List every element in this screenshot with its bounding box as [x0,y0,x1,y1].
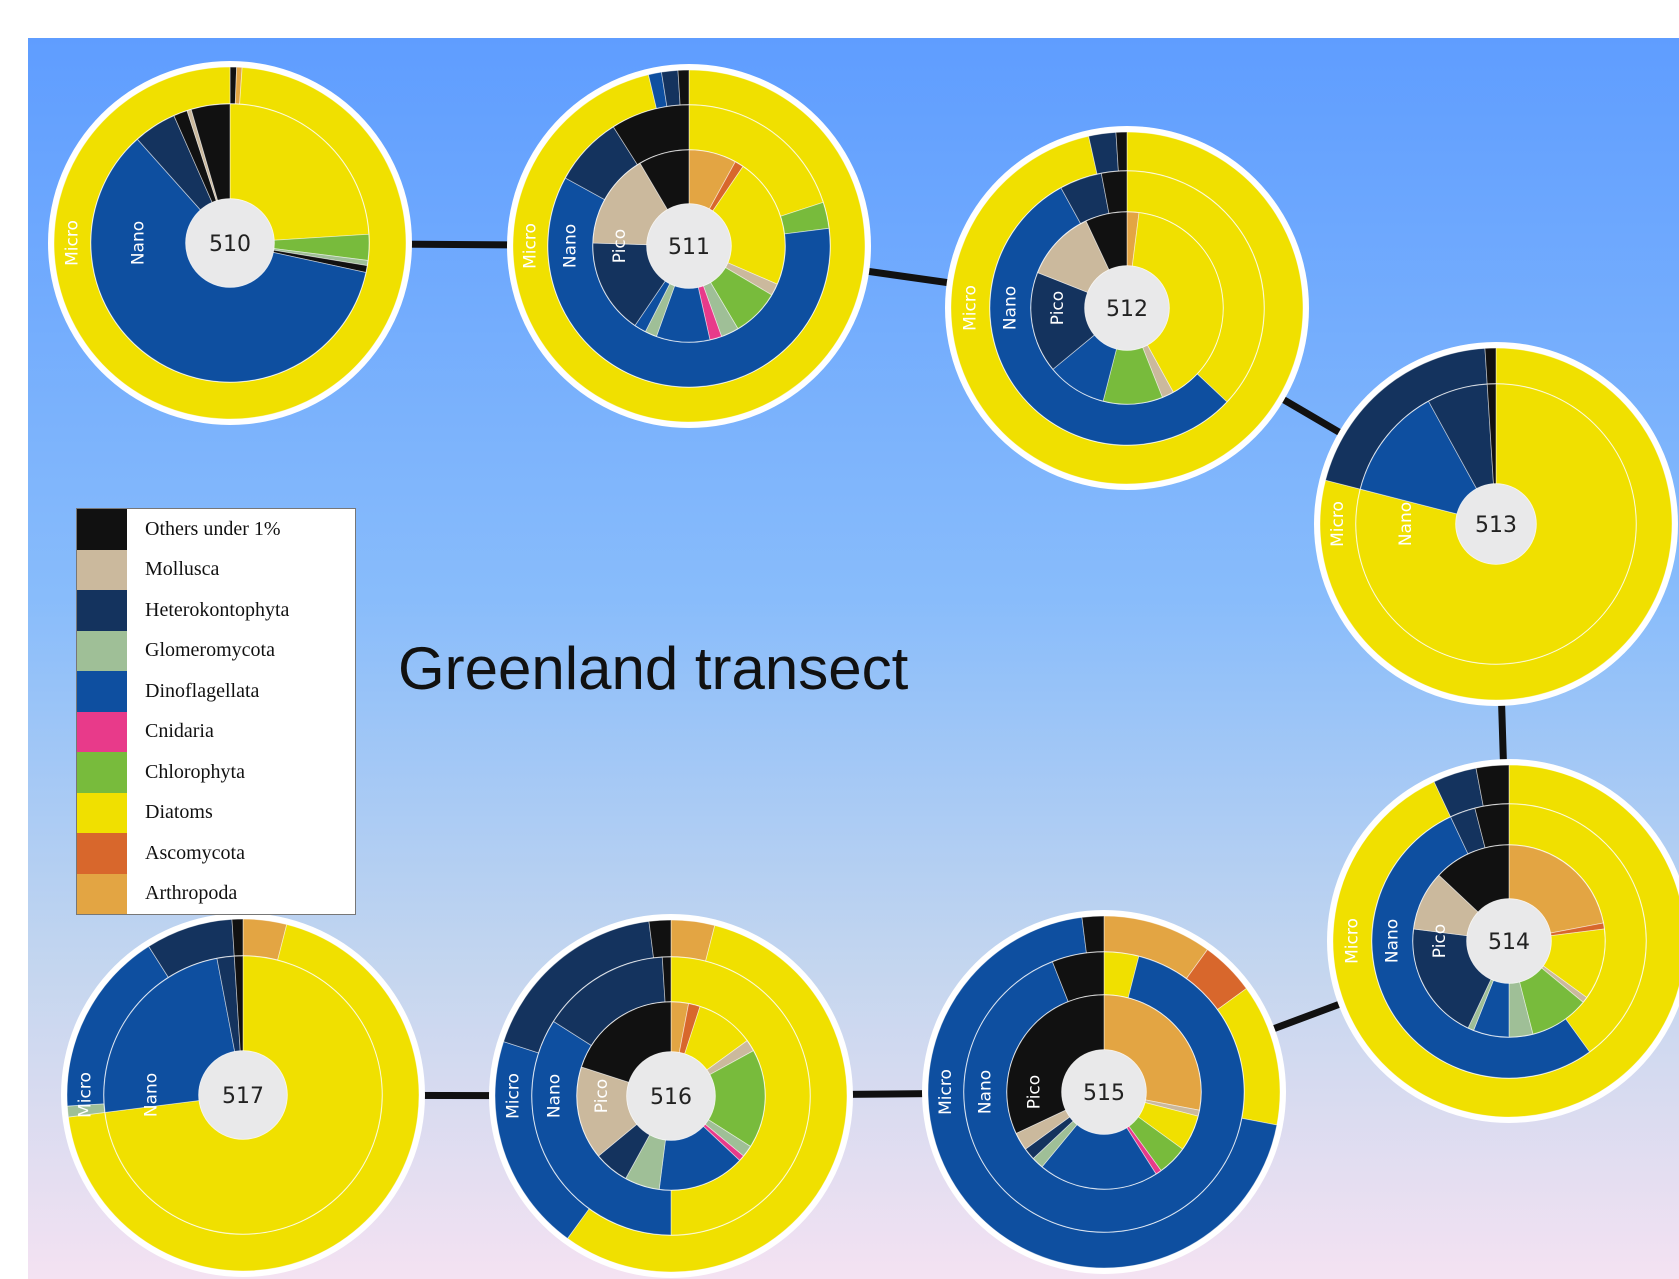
station-label: 517 [222,1084,264,1109]
station-label: 516 [650,1085,692,1110]
legend-item-cnidaria: Cnidaria [77,711,355,752]
legend-item-mollusca: Mollusca [77,549,355,590]
legend-swatch [77,752,127,793]
ring-label-micro: Micro [521,223,541,269]
ring-label-nano: Nano [1396,502,1416,546]
ring-label-micro: Micro [504,1073,524,1119]
legend-label: Mollusca [145,558,220,581]
station-label: 510 [209,232,251,257]
legend-swatch [77,590,127,631]
station-510: 510 Micro Nano [48,61,412,425]
ring-label-micro: Micro [63,220,83,266]
ring-label-nano: Nano [545,1074,565,1118]
legend-swatch [77,711,127,752]
ring-label-pico: Pico [1048,291,1068,325]
station-514: 514 Micro Nano Pico [1327,759,1679,1123]
legend-label: Heterokontophyta [145,598,290,621]
legend-item-dinoflagellata: Dinoflagellata [77,671,355,712]
legend-item-others-under-1: Others under 1% [77,509,355,550]
station-515: 515 Micro Nano Pico [922,910,1286,1274]
legend-label: Ascomycota [145,841,245,864]
station-513: 513 Micro Nano [1314,342,1678,706]
legend-label: Chlorophyta [145,760,245,783]
legend-item-ascomycota: Ascomycota [77,833,355,874]
ring-label-nano: Nano [1383,919,1403,963]
chart-title: Greenland transect [398,635,909,702]
station-512: 512 Micro Nano Pico [945,126,1309,490]
legend-swatch [77,792,127,833]
ring-label-micro: Micro [1343,918,1363,964]
ring-label-nano: Nano [129,221,149,265]
legend-item-diatoms: Diatoms [77,792,355,833]
legend-item-glomeromycota: Glomeromycota [77,630,355,671]
station-label: 513 [1475,513,1517,538]
ring-label-pico: Pico [592,1079,612,1113]
ring-label-nano: Nano [976,1070,996,1114]
legend-label: Glomeromycota [145,639,275,662]
legend-item-chlorophyta: Chlorophyta [77,752,355,793]
ring-label-pico: Pico [1025,1075,1045,1109]
ring-label-micro: Micro [1328,501,1348,547]
legend: Others under 1% Mollusca Heterokontophyta G… [76,508,356,915]
ring-label-nano: Nano [1001,286,1021,330]
slice-511-micro-others-under-1 [677,69,690,106]
legend-swatch [77,509,127,550]
legend-swatch [77,630,127,671]
legend-swatch [77,671,127,712]
ring-label-pico: Pico [610,229,630,263]
legend-swatch [77,833,127,874]
station-511: 511 Micro Nano Pico [507,64,871,428]
legend-label: Diatoms [145,801,213,824]
station-label: 514 [1488,930,1530,955]
legend-swatch [77,549,127,590]
ring-label-nano: Nano [142,1073,162,1117]
slice-513-micro-others-under-1 [1484,347,1497,385]
legend-label: Cnidaria [145,720,214,743]
station-517: 517 Micro Nano [61,913,425,1277]
station-label: 512 [1106,297,1148,322]
station-516: 516 Micro Nano Pico [489,914,853,1278]
ring-label-nano: Nano [561,224,581,268]
legend-item-arthropoda: Arthropoda [77,873,355,914]
station-label: 515 [1083,1081,1125,1106]
legend-item-heterokontophyta: Heterokontophyta [77,590,355,631]
legend-label: Dinoflagellata [145,679,260,702]
chart-panel: 510 Micro Nano 511 Micro Nano Pico 512 Micro Nano… [28,38,1679,1279]
ring-label-micro: Micro [961,285,981,331]
ring-label-pico: Pico [1430,924,1450,958]
legend-label: Others under 1% [145,517,281,540]
ring-label-micro: Micro [936,1069,956,1115]
ring-label-micro: Micro [76,1072,96,1118]
legend-label: Arthropoda [145,882,238,905]
slice-517-micro-others-under-1 [231,918,244,957]
station-label: 511 [668,235,710,260]
legend-swatch [77,873,127,914]
